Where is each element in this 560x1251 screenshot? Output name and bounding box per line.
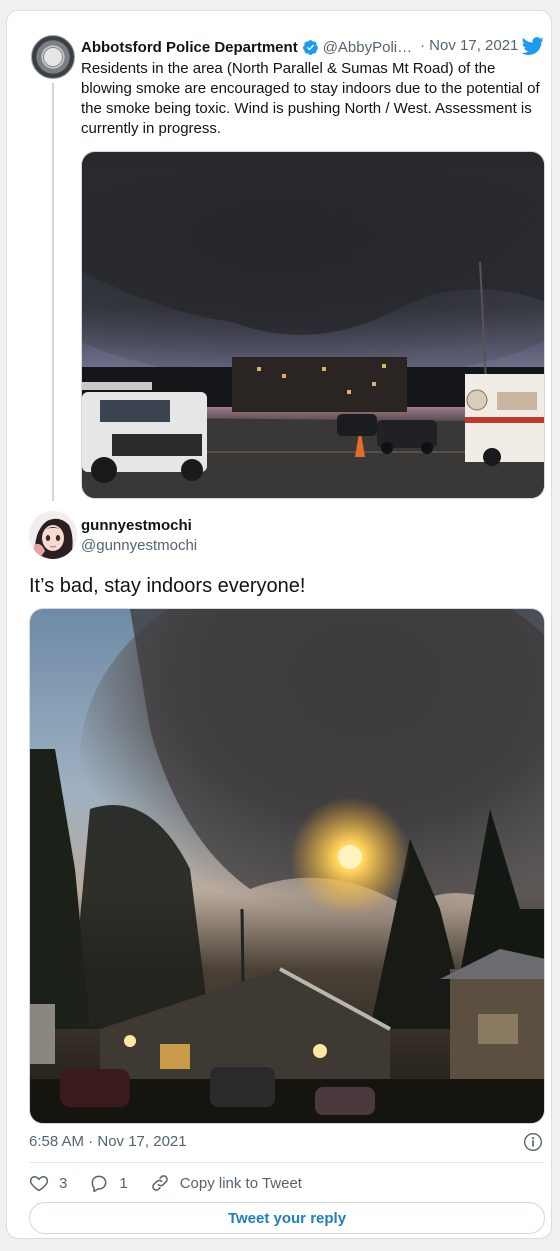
quoted-author-name[interactable]: Abbotsford Police Department — [81, 39, 298, 56]
anime-avatar-image — [29, 511, 77, 559]
tweet-embed-card: Abbotsford Police Department @AbbyPoli… … — [6, 10, 552, 1239]
tweet-your-reply-button[interactable]: Tweet your reply — [29, 1202, 545, 1234]
smoke-over-road-image — [82, 152, 544, 498]
main-author-name[interactable]: gunnyestmochi — [81, 517, 192, 534]
reply-count: 1 — [119, 1174, 128, 1192]
quoted-tweet-text: Residents in the area (North Parallel & … — [81, 60, 540, 137]
tweet-timestamp[interactable]: 6:58 AM · Nov 17, 2021 — [29, 1133, 187, 1150]
thread-connector-line — [52, 83, 54, 501]
copy-link-button[interactable]: Copy link to Tweet — [150, 1173, 302, 1193]
quoted-tweet-date[interactable]: · Nov 17, 2021 — [420, 37, 518, 54]
main-tweet-text: It’s bad, stay indoors everyone! — [29, 575, 306, 597]
main-tweet-photo[interactable] — [29, 608, 545, 1124]
like-button[interactable]: 3 — [29, 1173, 67, 1193]
twitter-bird-icon[interactable] — [521, 35, 545, 57]
quoted-author-avatar[interactable] — [31, 35, 75, 79]
like-count: 3 — [59, 1174, 68, 1192]
quoted-tweet-header: Abbotsford Police Department @AbbyPoli… — [81, 37, 412, 57]
actions-divider — [29, 1162, 545, 1163]
main-author-handle[interactable]: @gunnyestmochi — [81, 537, 197, 554]
link-icon — [151, 1175, 168, 1191]
heart-icon — [29, 1175, 49, 1192]
police-badge-emblem — [43, 47, 63, 67]
quoted-author-handle[interactable]: @AbbyPoli… — [323, 39, 412, 56]
tweet-actions-bar: 3 1 Copy link to Tweet — [29, 1171, 324, 1195]
copy-link-label: Copy link to Tweet — [179, 1174, 302, 1192]
info-icon[interactable] — [523, 1132, 543, 1152]
quoted-tweet-photo[interactable] — [81, 151, 545, 499]
reply-button-label: Tweet your reply — [227, 1209, 347, 1227]
verified-badge-icon — [302, 39, 318, 55]
smoke-plume-neighborhood-image — [30, 609, 544, 1123]
main-author-avatar[interactable] — [29, 511, 77, 559]
reply-button[interactable]: 1 — [89, 1173, 128, 1193]
reply-bubble-icon — [91, 1175, 107, 1193]
